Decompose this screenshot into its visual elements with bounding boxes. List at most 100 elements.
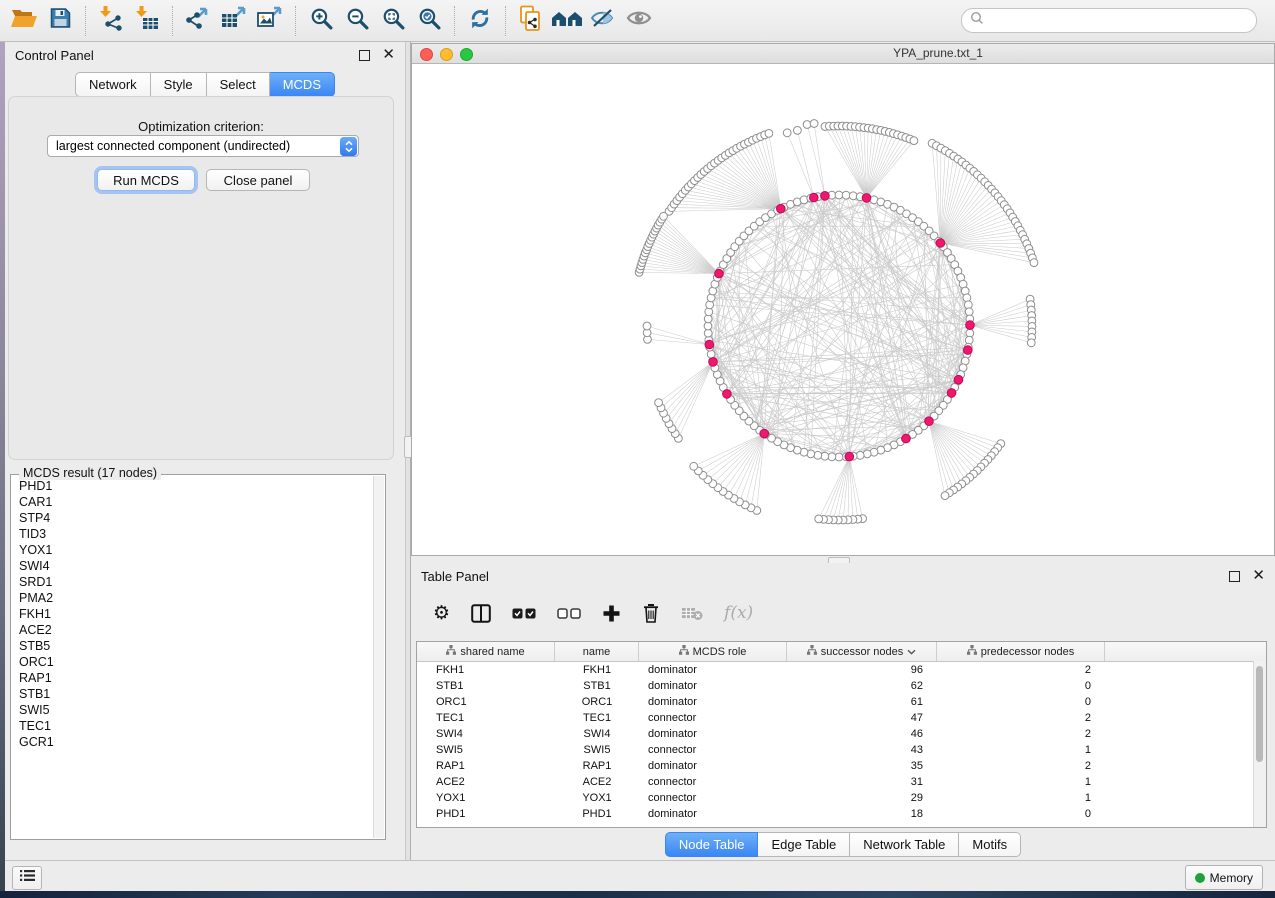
search-field[interactable] (961, 8, 1257, 33)
mcds-result-item[interactable]: CAR1 (12, 494, 373, 510)
delete-column-button[interactable] (642, 603, 660, 623)
table-row[interactable]: ORC1ORC1dominator610 (417, 694, 1266, 710)
table-row[interactable]: FKH1FKH1dominator962 (417, 662, 1266, 678)
table-row[interactable]: RAP1RAP1dominator352 (417, 758, 1266, 774)
table-cell: PHD1 (555, 806, 639, 822)
table-cell: 18 (787, 806, 937, 822)
zoom-fit-icon (381, 6, 406, 36)
table-row[interactable]: SWI5SWI5connector431 (417, 742, 1266, 758)
table-cell: SWI4 (417, 726, 555, 742)
table-tab-edge-table[interactable]: Edge Table (758, 832, 850, 857)
table-cell: 2 (937, 758, 1105, 774)
table-tab-motifs[interactable]: Motifs (959, 832, 1021, 857)
mcds-result-item[interactable]: SWI5 (12, 702, 373, 718)
table-header-row: shared namenameMCDS rolesuccessor nodesp… (417, 642, 1266, 662)
column-header-mcds-role[interactable]: MCDS role (639, 642, 787, 661)
mcds-result-item[interactable]: SRD1 (12, 574, 373, 590)
table-body: FKH1FKH1dominator962STB1STB1dominator620… (417, 662, 1266, 822)
tab-select[interactable]: Select (207, 72, 270, 97)
mcds-result-item[interactable]: PHD1 (12, 478, 373, 494)
search-input[interactable] (989, 13, 1248, 29)
mcds-result-item[interactable]: STP4 (12, 510, 373, 526)
add-column-button[interactable] (602, 604, 621, 623)
table-cell: dominator (639, 726, 787, 742)
mcds-result-item[interactable]: RAP1 (12, 670, 373, 686)
table-row[interactable]: SWI4SWI4dominator462 (417, 726, 1266, 742)
mcds-result-item[interactable]: ACE2 (12, 622, 373, 638)
table-cell: SWI5 (417, 742, 555, 758)
column-header-name[interactable]: name (555, 642, 639, 661)
mcds-result-item[interactable]: STB5 (12, 638, 373, 654)
float-panel-icon[interactable] (359, 50, 370, 61)
table-cell: 0 (937, 806, 1105, 822)
clone-network-button[interactable] (513, 3, 549, 39)
function-builder-button-disabled[interactable]: f(x) (724, 603, 753, 623)
export-table-icon (220, 5, 248, 36)
zoom-fit-button[interactable] (375, 3, 411, 39)
export-network-button[interactable] (180, 3, 216, 39)
mcds-result-item[interactable]: ORC1 (12, 654, 373, 670)
select-all-button[interactable] (512, 608, 536, 619)
table-tab-node-table[interactable]: Node Table (665, 832, 759, 857)
table-scrollbar-thumb[interactable] (1256, 666, 1263, 762)
show-log-button[interactable] (12, 866, 42, 890)
houses-button[interactable] (549, 3, 585, 39)
mcds-result-item[interactable]: GCR1 (12, 734, 373, 750)
graphics-details-button[interactable] (585, 3, 621, 39)
column-header-predecessor-nodes[interactable]: predecessor nodes (937, 642, 1105, 661)
table-scrollbar[interactable] (1253, 661, 1266, 827)
attribute-tree-icon (679, 645, 689, 658)
table-row[interactable]: ACE2ACE2connector311 (417, 774, 1266, 790)
close-panel-icon[interactable]: ✕ (382, 50, 395, 60)
table-row[interactable]: STB1STB1dominator620 (417, 678, 1266, 694)
table-cell: dominator (639, 694, 787, 710)
table-cell: TEC1 (555, 710, 639, 726)
export-image-button[interactable] (252, 3, 288, 39)
run-mcds-button[interactable]: Run MCDS (97, 169, 195, 191)
table-row[interactable]: YOX1YOX1connector291 (417, 790, 1266, 806)
memory-button[interactable]: Memory (1185, 865, 1263, 890)
zoom-out-button[interactable] (339, 3, 375, 39)
mcds-result-item[interactable]: YOX1 (12, 542, 373, 558)
toolbar-separator (505, 6, 506, 36)
mcds-result-item[interactable]: TID3 (12, 526, 373, 542)
tab-mcds[interactable]: MCDS (270, 72, 335, 97)
network-canvas[interactable] (412, 64, 1274, 555)
import-network-button[interactable] (93, 3, 129, 39)
deselect-all-button[interactable] (557, 608, 581, 619)
table-row[interactable]: PHD1PHD1dominator180 (417, 806, 1266, 822)
mcds-result-group: MCDS result (17 nodes) PHD1CAR1STP4TID3Y… (10, 474, 386, 840)
mcds-result-item[interactable]: STB1 (12, 686, 373, 702)
tab-style[interactable]: Style (151, 72, 207, 97)
table-tab-network-table[interactable]: Network Table (850, 832, 959, 857)
table-settings-button[interactable]: ⚙ (433, 604, 450, 623)
close-panel-button[interactable]: Close panel (206, 169, 310, 191)
table-cell: RAP1 (417, 758, 555, 774)
mcds-list-scrollbar[interactable] (373, 476, 384, 838)
mcds-result-item[interactable]: SWI4 (12, 558, 373, 574)
optimization-criterion-select[interactable]: largest connected component (undirected) (47, 135, 359, 157)
open-file-button[interactable] (6, 3, 42, 39)
column-header-shared-name[interactable]: shared name (417, 642, 555, 661)
table-cell: dominator (639, 678, 787, 694)
import-table-button[interactable] (129, 3, 165, 39)
float-panel-icon[interactable] (1229, 571, 1240, 582)
close-panel-icon[interactable]: ✕ (1252, 571, 1265, 581)
mcds-result-item[interactable]: FKH1 (12, 606, 373, 622)
birds-eye-view-button[interactable] (621, 3, 657, 39)
apply-layout-button[interactable] (462, 3, 498, 39)
toggle-columns-button[interactable] (471, 604, 491, 623)
save-session-button[interactable] (42, 3, 78, 39)
table-row[interactable]: TEC1TEC1connector472 (417, 710, 1266, 726)
table-cell: YOX1 (417, 790, 555, 806)
zoom-selected-button[interactable] (411, 3, 447, 39)
export-table-button[interactable] (216, 3, 252, 39)
tab-network[interactable]: Network (75, 72, 151, 97)
table-cell: 46 (787, 726, 937, 742)
network-window-titlebar[interactable]: YPA_prune.txt_1 (412, 44, 1274, 64)
mcds-result-item[interactable]: PMA2 (12, 590, 373, 606)
mcds-result-item[interactable]: TEC1 (12, 718, 373, 734)
column-header-successor-nodes[interactable]: successor nodes (787, 642, 937, 661)
zoom-in-button[interactable] (303, 3, 339, 39)
delete-table-button-disabled[interactable] (681, 606, 703, 621)
